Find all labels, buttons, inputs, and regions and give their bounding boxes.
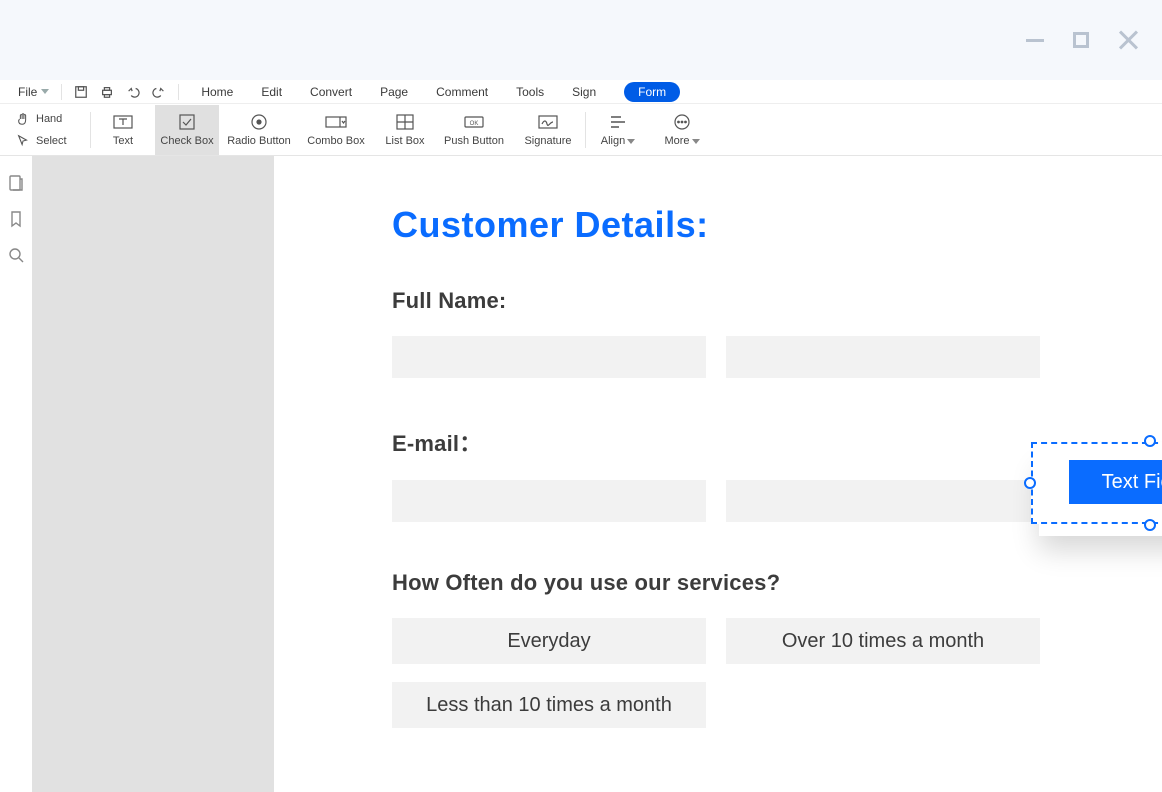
checkbox-icon [175,113,199,131]
signature-icon [536,113,560,131]
select-label: Select [36,135,67,147]
file-menu[interactable]: File [18,85,49,99]
tool-listbox-label: List Box [385,135,424,147]
radio-icon [247,113,271,131]
separator [178,84,179,100]
tool-push-label: Push Button [444,135,504,147]
tab-convert[interactable]: Convert [310,85,352,99]
textfield-icon [111,113,135,131]
tool-radio[interactable]: Radio Button [219,105,299,155]
tool-signature[interactable]: Signature [511,105,585,155]
ribbon-form-tools: Text Check Box Radio Button Combo Box Li… [91,105,585,155]
label-services: How Often do you use our services? [392,570,1162,596]
pushbutton-icon: OK [462,113,486,131]
document-canvas[interactable]: Customer Details: Full Name: E-mail： How… [274,156,1162,792]
option-less10[interactable]: Less than 10 times a month [392,682,706,728]
tool-align[interactable]: Align [586,105,650,155]
tab-sign[interactable]: Sign [572,85,596,99]
resize-handle-w[interactable] [1024,477,1036,489]
print-icon[interactable] [100,85,114,99]
hand-tool[interactable]: Hand [16,108,90,130]
options-row-2: Less than 10 times a month [392,682,1162,728]
tool-signature-label: Signature [524,135,571,147]
listbox-icon [393,113,417,131]
tab-page[interactable]: Page [380,85,408,99]
close-button[interactable] [1118,31,1136,49]
close-icon [1118,30,1136,50]
tool-checkbox[interactable]: Check Box [155,105,219,155]
select-icon [16,134,30,148]
separator [61,84,62,100]
tool-push[interactable]: OK Push Button [437,105,511,155]
selected-text-field[interactable]: Text Field1 [1031,442,1162,524]
fullname-row [392,336,1162,378]
align-icon [606,113,630,131]
hand-icon [16,112,30,126]
tool-combo[interactable]: Combo Box [299,105,373,155]
maximize-button[interactable] [1072,31,1090,49]
resize-handle-n[interactable] [1144,435,1156,447]
option-everyday[interactable]: Everyday [392,618,706,664]
email-field-1[interactable] [392,480,706,522]
tool-radio-label: Radio Button [227,135,291,147]
minimize-button[interactable] [1026,31,1044,49]
tool-text[interactable]: Text [91,105,155,155]
tab-form[interactable]: Form [624,82,680,102]
chevron-down-icon [41,89,49,94]
workspace: Customer Details: Full Name: E-mail： How… [0,156,1162,792]
tool-text-label: Text [113,135,133,147]
thumbnail-panel[interactable] [32,156,274,792]
bookmark-panel-icon[interactable] [7,210,25,228]
label-full-name: Full Name: [392,288,1162,314]
select-tool[interactable]: Select [16,130,90,152]
search-panel-icon[interactable] [7,246,25,264]
tool-more-label: More [664,135,699,147]
tab-comment[interactable]: Comment [436,85,488,99]
tool-checkbox-label: Check Box [160,135,213,147]
options-row-1: Everyday Over 10 times a month [392,618,1162,664]
maximize-icon [1073,32,1089,48]
menubar-tabs: Home Edit Convert Page Comment Tools Sig… [201,82,680,102]
tab-tools[interactable]: Tools [516,85,544,99]
selected-field-label: Text Field1 [1069,460,1162,504]
file-menu-label: File [18,85,37,99]
resize-handle-s[interactable] [1144,519,1156,531]
left-sidebar [0,156,32,792]
ribbon-left-tools: Hand Select [0,108,90,152]
fullname-field-2[interactable] [726,336,1040,378]
tab-home[interactable]: Home [201,85,233,99]
titlebar [0,0,1162,80]
tool-align-label: Align [601,135,635,147]
menubar: File Home Edit Convert Page Comment Tool… [0,80,1162,104]
svg-text:OK: OK [470,121,479,127]
more-icon [670,113,694,131]
option-over10[interactable]: Over 10 times a month [726,618,1040,664]
tab-edit[interactable]: Edit [261,85,282,99]
tool-listbox[interactable]: List Box [373,105,437,155]
email-field-2[interactable] [726,480,1040,522]
save-icon[interactable] [74,85,88,99]
undo-icon[interactable] [126,85,140,99]
redo-icon[interactable] [152,85,166,99]
page-title: Customer Details: [392,204,1162,246]
minimize-icon [1026,39,1044,42]
pages-panel-icon[interactable] [7,174,25,192]
fullname-field-1[interactable] [392,336,706,378]
hand-label: Hand [36,113,62,125]
ribbon: Hand Select Text Check Box Radio Button … [0,104,1162,156]
quick-access [61,84,179,100]
combobox-icon [324,113,348,131]
tool-combo-label: Combo Box [307,135,364,147]
tool-more[interactable]: More [650,105,714,155]
